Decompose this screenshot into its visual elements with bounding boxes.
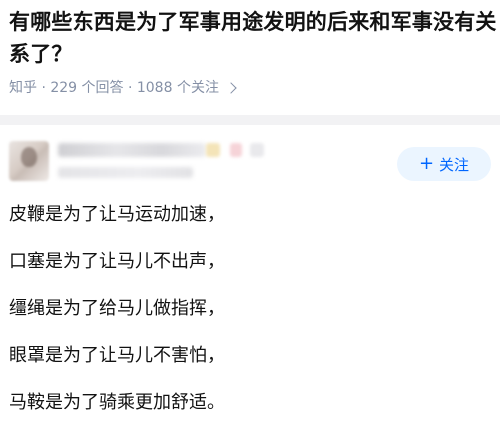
- author-badge-blurred-2: [230, 143, 242, 157]
- answer-line: 马鞍是为了骑乘更加舒适。: [9, 392, 225, 413]
- avatar[interactable]: [9, 141, 49, 181]
- chevron-right-icon: [225, 82, 237, 94]
- plus-icon: +: [418, 153, 435, 174]
- answer-line: 口塞是为了让马儿不出声，: [9, 251, 225, 272]
- section-divider: [0, 115, 500, 125]
- answer-line: 缰绳是为了给马儿做指挥，: [9, 298, 225, 319]
- answer-line: 眼罩是为了让马儿不害怕，: [9, 345, 225, 366]
- question-meta-text: 知乎 · 229 个回答 · 1088 个关注: [9, 80, 219, 96]
- author-name-blurred[interactable]: [58, 143, 206, 157]
- answer-content[interactable]: 皮鞭是为了让马运动加速， 口塞是为了让马儿不出声， 缰绳是为了给马儿做指挥， 眼…: [9, 203, 497, 438]
- question-title[interactable]: 有哪些东西是为了军事用途发明的后来和军事没有关系了？: [9, 6, 497, 70]
- author-bio-blurred: [58, 167, 193, 178]
- follow-button[interactable]: + 关注: [397, 147, 491, 181]
- follow-button-label: 关注: [439, 155, 470, 174]
- answer-author-header: + 关注: [0, 125, 500, 195]
- avatar-face: [21, 147, 37, 167]
- question-meta[interactable]: 知乎 · 229 个回答 · 1088 个关注: [9, 78, 237, 98]
- author-badge-blurred: [206, 143, 220, 157]
- author-badge-blurred-3: [250, 143, 264, 157]
- answer-line: 皮鞭是为了让马运动加速，: [9, 204, 225, 225]
